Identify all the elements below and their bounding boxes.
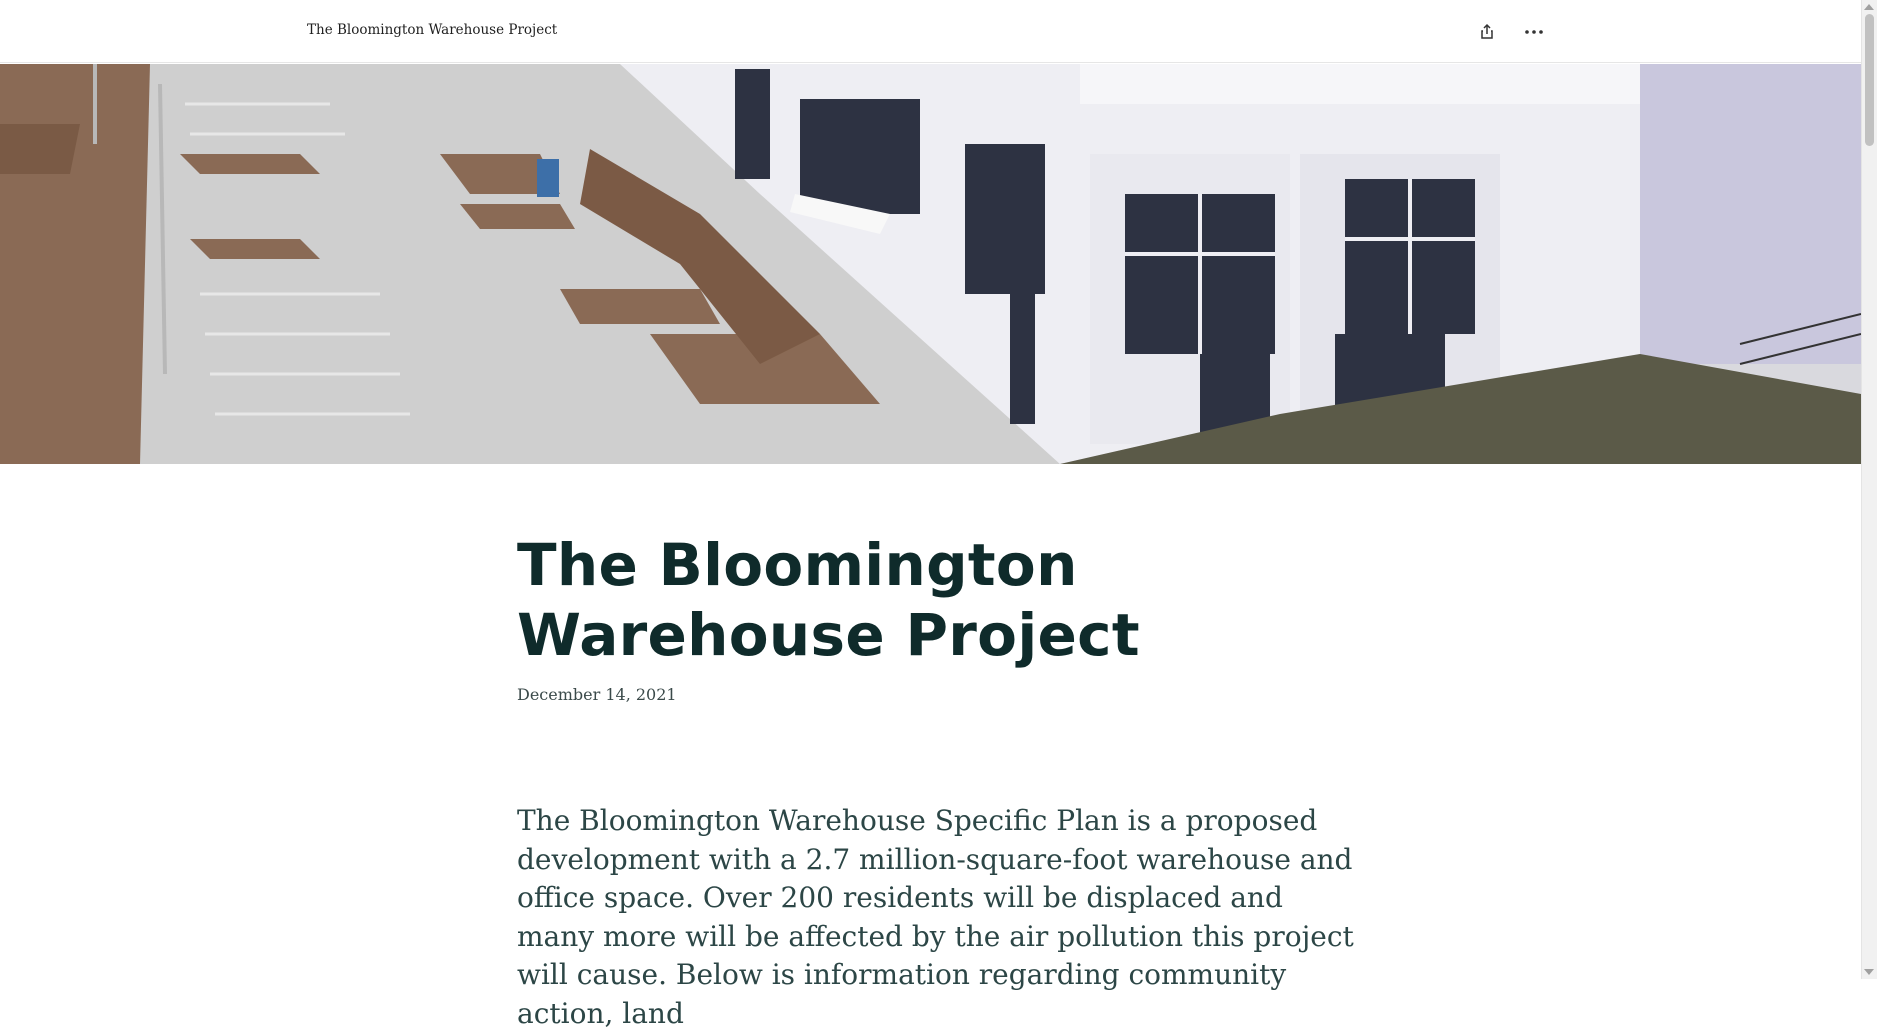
share-icon[interactable] xyxy=(1473,18,1501,46)
vertical-scrollbar[interactable] xyxy=(1861,0,1877,979)
scroll-down-arrow-icon[interactable] xyxy=(1864,969,1874,975)
scroll-up-arrow-icon[interactable] xyxy=(1864,4,1874,10)
article-intro-paragraph: The Bloomington Warehouse Specific Plan … xyxy=(517,804,1354,1030)
article-title: The Bloomington Warehouse Project xyxy=(517,531,1140,669)
more-horizontal-icon[interactable] xyxy=(1520,18,1548,46)
top-navigation-bar: The Bloomington Warehouse Project xyxy=(0,0,1861,63)
site-title-link[interactable]: The Bloomington Warehouse Project xyxy=(307,22,557,38)
article-date: December 14, 2021 xyxy=(517,685,677,704)
scrollbar-thumb[interactable] xyxy=(1865,14,1874,146)
hero-image xyxy=(0,64,1861,464)
